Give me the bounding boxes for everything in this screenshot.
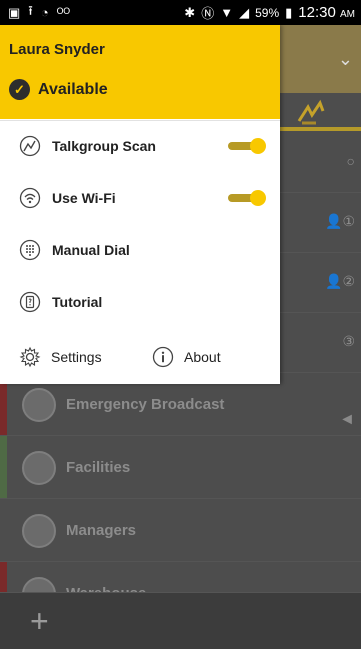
nfc-icon: Ⓝ (201, 6, 215, 21)
clock-ampm: AM (340, 9, 355, 20)
drawer-footer: Settings About (0, 340, 280, 376)
megaphone-icon: ◄ (339, 411, 355, 428)
menu-item-manual-dial[interactable]: Manual Dial (0, 224, 280, 276)
user-name: Laura Snyder (9, 41, 105, 58)
color-stripe (0, 562, 7, 592)
battery-percent: 59% (255, 5, 280, 20)
use-wifi-toggle[interactable] (228, 190, 266, 206)
list-item-label: Emergency Broadcast (66, 396, 225, 413)
wifi-signal-icon: ▼ (220, 5, 234, 20)
talkgroup-scan-toggle[interactable] (228, 138, 266, 154)
battery-icon: ▮ (285, 4, 293, 20)
add-button[interactable]: + (30, 601, 49, 641)
tab-selected-indicator (280, 127, 361, 131)
list-item[interactable]: Warehouse (0, 562, 361, 593)
status-bar-left-icons: ▣ ⭱ ◔ ᴼᴼ (8, 2, 70, 24)
list-item-label: Facilities (66, 459, 131, 476)
menu-item-tutorial[interactable]: Tutorial (0, 276, 280, 328)
settings-button[interactable]: Settings (19, 346, 102, 368)
search-icon[interactable]: ○ (347, 153, 355, 169)
wifi-icon (19, 187, 41, 209)
list-item-label: Warehouse (66, 585, 146, 592)
list-item-label: Managers (66, 522, 137, 539)
gallery-icon: ▣ (8, 4, 21, 20)
about-label: About (184, 349, 221, 365)
chevron-down-icon[interactable]: ⌄ (338, 49, 353, 70)
check-circle-icon: ✓ (9, 79, 30, 100)
bluetooth-icon: ✱ (184, 4, 196, 20)
menu-item-label: Talkgroup Scan (52, 138, 156, 154)
about-button[interactable]: About (152, 346, 221, 368)
voicemail-icon: ᴼᴼ (56, 5, 71, 20)
user-slot-1-icon[interactable]: 👤① (325, 213, 355, 230)
info-icon (152, 346, 174, 368)
stopwatch-icon: ◔ (40, 5, 49, 20)
user-slot-2-icon[interactable]: 👤② (325, 273, 355, 290)
phone-avatar-icon (22, 451, 56, 485)
slot-3-icon[interactable]: ③ (342, 333, 355, 350)
clock-time: 12:30 (298, 4, 336, 21)
list-item[interactable]: Managers (0, 499, 361, 562)
toggle-knob (250, 138, 266, 154)
gear-icon (19, 346, 41, 368)
talkgroup-logo-icon[interactable] (296, 97, 326, 127)
menu-item-use-wifi[interactable]: Use Wi-Fi (0, 172, 280, 224)
status-bar-right-icons: ✱ Ⓝ ▼ ◢ 59% ▮ 12:30 AM (184, 3, 355, 22)
availability-label: Available (38, 80, 108, 98)
color-stripe (0, 436, 7, 498)
cell-signal-icon: ◢ (239, 4, 250, 20)
navigation-drawer: Laura Snyder ✓ Available Talkgroup Scan … (0, 25, 280, 384)
tutorial-icon (19, 291, 41, 313)
group-avatar-icon (22, 514, 56, 548)
settings-label: Settings (51, 349, 102, 365)
upload-icon: ⭱ (28, 2, 33, 18)
list-item[interactable]: Facilities (0, 436, 361, 499)
menu-item-talkgroup-scan[interactable]: Talkgroup Scan (0, 120, 280, 172)
bottom-bar: + (0, 593, 361, 649)
group-avatar-icon (22, 577, 56, 592)
toggle-knob (250, 190, 266, 206)
menu-item-label: Manual Dial (52, 242, 130, 258)
dialpad-icon (19, 239, 41, 261)
scan-icon (19, 135, 41, 157)
menu-item-label: Use Wi-Fi (52, 190, 116, 206)
clock: 12:30 AM (298, 4, 355, 21)
menu-item-label: Tutorial (52, 294, 103, 310)
group-avatar-icon (22, 388, 56, 422)
drawer-header: Laura Snyder ✓ Available (0, 25, 280, 119)
status-bar: ▣ ⭱ ◔ ᴼᴼ ✱ Ⓝ ▼ ◢ 59% ▮ 12:30 AM (0, 0, 361, 25)
availability-status[interactable]: ✓ Available (9, 79, 108, 100)
